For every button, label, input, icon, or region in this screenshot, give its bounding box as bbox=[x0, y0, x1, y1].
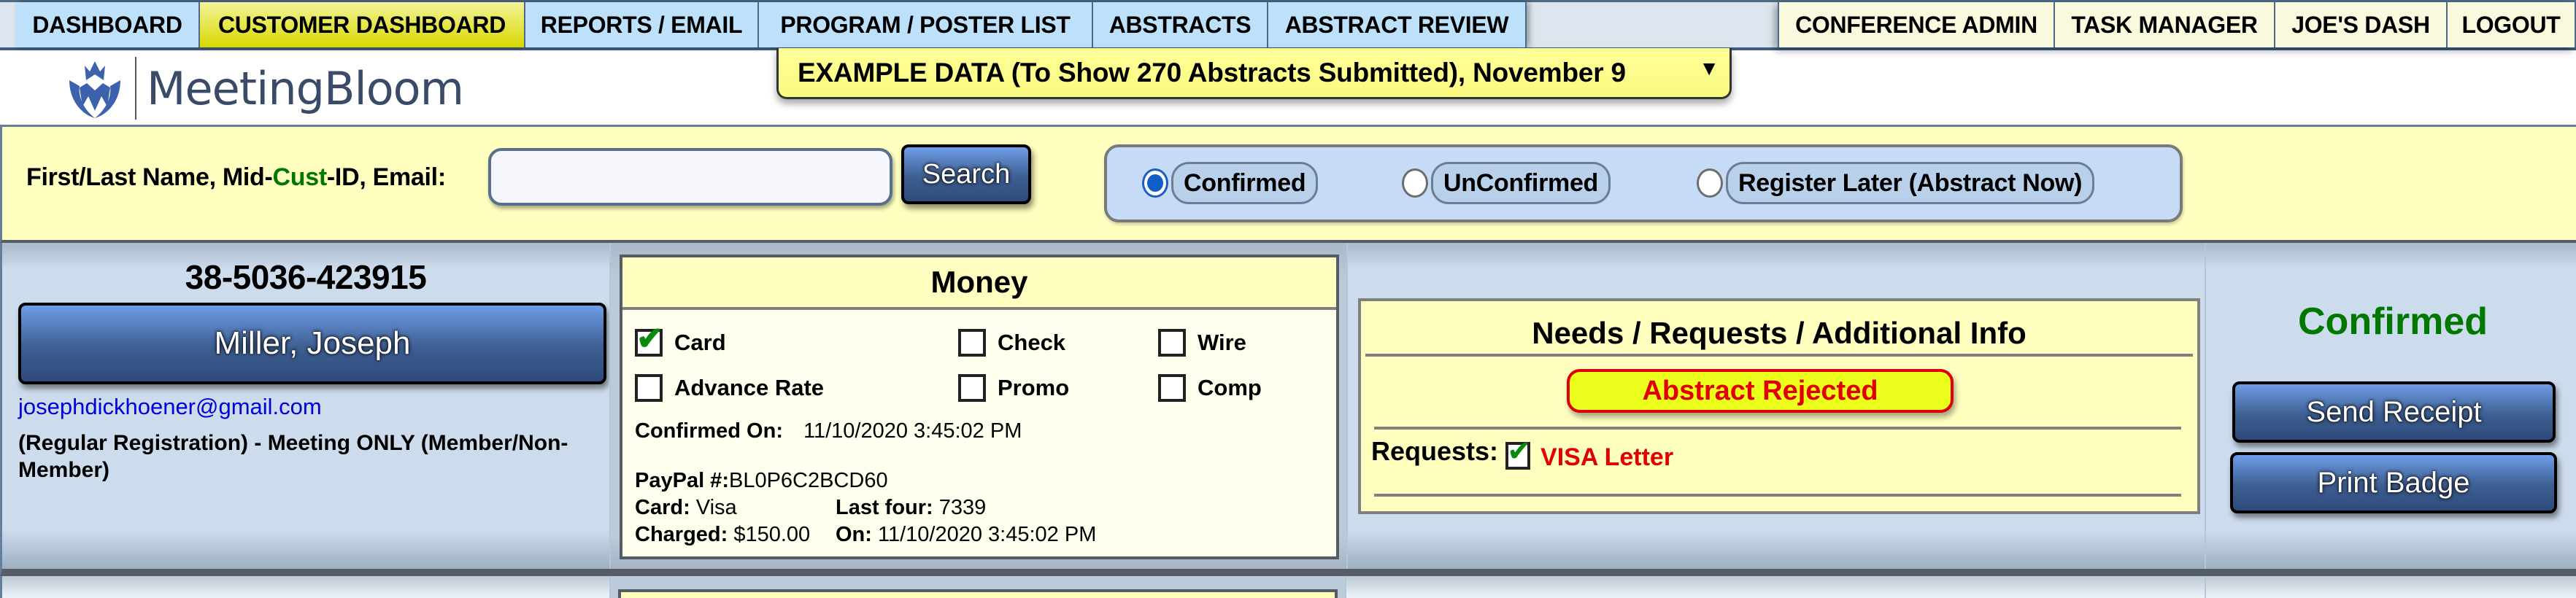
logo-text: MeetingBloom bbox=[147, 61, 464, 115]
needs-title: Needs / Requests / Additional Info bbox=[1532, 316, 2027, 350]
money-panel: Money Card Check Wire Advance Rate Promo… bbox=[620, 255, 1339, 559]
filter-unconfirmed[interactable]: UnConfirmed bbox=[1402, 162, 1611, 204]
checkbox-checked-icon[interactable] bbox=[635, 320, 663, 357]
radio-register-later[interactable] bbox=[1697, 168, 1723, 198]
search-label: First/Last Name, Mid-Cust-ID, Email: bbox=[26, 163, 446, 191]
tab-logout[interactable]: LOGOUT bbox=[2448, 2, 2576, 47]
customer-name-button[interactable]: Miller, Joseph bbox=[18, 303, 606, 384]
needs-column: Needs / Requests / Additional Info Abstr… bbox=[1346, 243, 2205, 569]
payment-card[interactable]: Card bbox=[635, 320, 726, 357]
money-column: Money Card Check Wire Advance Rate Promo… bbox=[609, 243, 1346, 569]
payment-promo[interactable]: Promo bbox=[958, 374, 1069, 402]
requests-label: Requests: bbox=[1371, 436, 1499, 466]
customer-email-link[interactable]: josephdickhoener@gmail.com bbox=[18, 394, 322, 420]
tab-customer-dashboard[interactable]: CUSTOMER DASHBOARD bbox=[200, 2, 525, 47]
column-divider bbox=[2205, 576, 2206, 598]
send-receipt-button[interactable]: Send Receipt bbox=[2232, 381, 2556, 443]
payment-wire[interactable]: Wire bbox=[1158, 329, 1246, 357]
search-bar: First/Last Name, Mid-Cust-ID, Email: Sea… bbox=[0, 125, 2576, 243]
payment-advance-rate[interactable]: Advance Rate bbox=[635, 374, 824, 402]
next-customer-record bbox=[0, 576, 2576, 598]
tab-dashboard[interactable]: DASHBOARD bbox=[16, 2, 200, 47]
checkbox-icon[interactable] bbox=[958, 374, 986, 402]
requests-row: Requests: VISA Letter bbox=[1371, 435, 1674, 472]
abstract-status-badge[interactable]: Abstract Rejected bbox=[1567, 369, 1954, 413]
filter-register-later[interactable]: Register Later (Abstract Now) bbox=[1697, 162, 2095, 204]
primary-nav: DASHBOARD CUSTOMER DASHBOARD REPORTS / E… bbox=[16, 2, 1527, 47]
print-badge-button[interactable]: Print Badge bbox=[2230, 452, 2557, 513]
filter-register-later-label[interactable]: Register Later (Abstract Now) bbox=[1726, 162, 2095, 204]
checkbox-icon[interactable] bbox=[1158, 329, 1186, 357]
customer-record: 38-5036-423915 Miller, Joseph josephdick… bbox=[0, 243, 2576, 576]
meetingbloom-flower-icon bbox=[69, 61, 120, 118]
tab-joes-dash[interactable]: JOE'S DASH bbox=[2275, 2, 2448, 47]
status-column: Confirmed Send Receipt Print Badge bbox=[2205, 243, 2576, 569]
needs-panel: Needs / Requests / Additional Info Abstr… bbox=[1358, 298, 2200, 514]
status-filter: Confirmed UnConfirmed Register Later (Ab… bbox=[1104, 144, 2183, 222]
divider bbox=[1365, 354, 2193, 357]
search-input[interactable] bbox=[488, 148, 892, 206]
card-last-four: Last four: 7339 bbox=[836, 496, 987, 519]
tab-conference-admin[interactable]: CONFERENCE ADMIN bbox=[1778, 2, 2055, 47]
card-details: Card: Visa bbox=[635, 496, 737, 519]
logo-divider bbox=[135, 57, 136, 120]
confirmed-on: Confirmed On: 11/10/2020 3:45:02 PM bbox=[635, 419, 1022, 443]
payment-comp[interactable]: Comp bbox=[1158, 374, 1262, 402]
customer-id: 38-5036-423915 bbox=[185, 258, 427, 296]
caret-down-icon: ▼ bbox=[1699, 57, 1719, 79]
tab-reports-email[interactable]: REPORTS / EMAIL bbox=[525, 2, 759, 47]
secondary-nav: CONFERENCE ADMIN TASK MANAGER JOE'S DASH… bbox=[1778, 2, 2576, 47]
tab-program-poster-list[interactable]: PROGRAM / POSTER LIST bbox=[759, 2, 1093, 47]
checkbox-icon[interactable] bbox=[635, 374, 663, 402]
checkbox-icon[interactable] bbox=[1158, 374, 1186, 402]
charged-amount: Charged: $150.00 bbox=[635, 523, 811, 546]
event-select-value: EXAMPLE DATA (To Show 270 Abstracts Subm… bbox=[798, 57, 1626, 88]
tab-abstract-review[interactable]: ABSTRACT REVIEW bbox=[1268, 2, 1527, 47]
radio-confirmed[interactable] bbox=[1142, 168, 1168, 198]
divider bbox=[1374, 494, 2181, 497]
checkbox-icon[interactable] bbox=[958, 329, 986, 357]
radio-unconfirmed[interactable] bbox=[1402, 168, 1428, 198]
money-title: Money bbox=[622, 257, 1336, 310]
charged-on: On: 11/10/2020 3:45:02 PM bbox=[836, 523, 1097, 546]
tab-abstracts[interactable]: ABSTRACTS bbox=[1093, 2, 1268, 47]
customer-info: 38-5036-423915 Miller, Joseph josephdick… bbox=[2, 243, 609, 569]
registration-status: Confirmed bbox=[2298, 300, 2488, 343]
next-money-panel bbox=[618, 589, 1338, 598]
divider bbox=[1374, 427, 2181, 430]
checkbox-checked-icon[interactable] bbox=[1505, 435, 1532, 470]
request-visa-letter: VISA Letter bbox=[1540, 443, 1674, 471]
event-select[interactable]: EXAMPLE DATA (To Show 270 Abstracts Subm… bbox=[776, 48, 1732, 99]
filter-confirmed[interactable]: Confirmed bbox=[1142, 162, 1319, 204]
logo[interactable]: MeetingBloom bbox=[62, 55, 464, 121]
search-button[interactable]: Search bbox=[901, 144, 1031, 204]
filter-unconfirmed-label[interactable]: UnConfirmed bbox=[1431, 162, 1611, 204]
filter-confirmed-label[interactable]: Confirmed bbox=[1171, 162, 1319, 204]
registration-type: (Regular Registration) - Meeting ONLY (M… bbox=[18, 431, 568, 482]
paypal-id: PayPal #:BL0P6C2BCD60 bbox=[635, 469, 888, 492]
tab-task-manager[interactable]: TASK MANAGER bbox=[2055, 2, 2275, 47]
payment-check[interactable]: Check bbox=[958, 329, 1065, 357]
top-nav: DASHBOARD CUSTOMER DASHBOARD REPORTS / E… bbox=[0, 0, 2576, 50]
